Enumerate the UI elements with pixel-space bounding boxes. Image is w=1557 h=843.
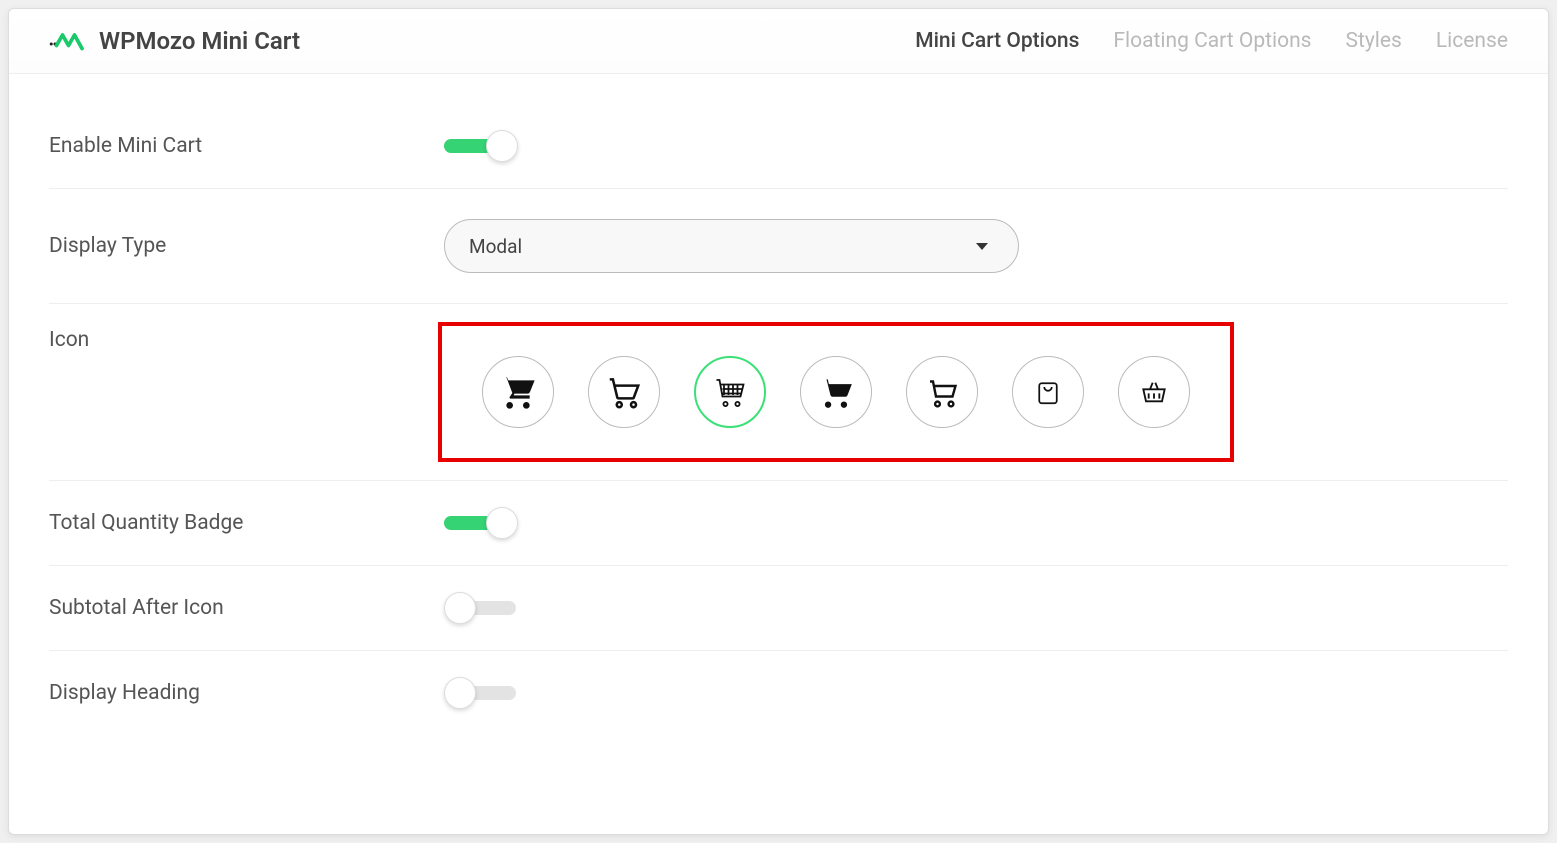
icon-option-cart-grid[interactable]: [694, 356, 766, 428]
brand-logo-icon: [49, 29, 85, 53]
icon-option-cart-filled-2[interactable]: [800, 356, 872, 428]
icon-option-cart-filled-1[interactable]: [482, 356, 554, 428]
label-display-heading: Display Heading: [49, 681, 444, 705]
icon-option-bag[interactable]: [1012, 356, 1084, 428]
brand: WPMozo Mini Cart: [49, 27, 300, 55]
toggle-display-heading[interactable]: [444, 686, 516, 700]
toggle-total-quantity-badge[interactable]: [444, 516, 516, 530]
brand-title: WPMozo Mini Cart: [99, 27, 300, 55]
label-icon: Icon: [49, 322, 444, 352]
label-subtotal-after-icon: Subtotal After Icon: [49, 596, 444, 620]
row-enable-mini-cart: Enable Mini Cart: [49, 104, 1508, 189]
row-display-heading: Display Heading: [49, 651, 1508, 735]
icon-option-cart-outline-1[interactable]: [588, 356, 660, 428]
topbar: WPMozo Mini Cart Mini Cart Options Float…: [9, 9, 1548, 74]
tab-styles[interactable]: Styles: [1346, 29, 1402, 53]
tabs: Mini Cart Options Floating Cart Options …: [915, 29, 1508, 53]
row-icon: Icon: [49, 304, 1508, 481]
settings-window: WPMozo Mini Cart Mini Cart Options Float…: [8, 8, 1549, 835]
toggle-enable-mini-cart[interactable]: [444, 139, 516, 153]
label-total-quantity-badge: Total Quantity Badge: [49, 511, 444, 535]
row-display-type: Display Type Modal: [49, 189, 1508, 304]
icon-picker-highlight: [438, 322, 1234, 462]
toggle-subtotal-after-icon[interactable]: [444, 601, 516, 615]
select-display-type[interactable]: Modal: [444, 219, 1019, 273]
tab-floating-cart-options[interactable]: Floating Cart Options: [1113, 29, 1311, 53]
tab-mini-cart-options[interactable]: Mini Cart Options: [915, 29, 1079, 53]
chevron-down-icon: [976, 243, 988, 250]
tab-license[interactable]: License: [1436, 29, 1508, 53]
icon-option-basket[interactable]: [1118, 356, 1190, 428]
content: Enable Mini Cart Display Type Modal Icon: [9, 74, 1548, 735]
select-display-type-value: Modal: [469, 235, 522, 258]
icon-option-cart-outline-2[interactable]: [906, 356, 978, 428]
label-display-type: Display Type: [49, 234, 444, 258]
label-enable-mini-cart: Enable Mini Cart: [49, 134, 444, 158]
row-subtotal-after-icon: Subtotal After Icon: [49, 566, 1508, 651]
row-total-quantity-badge: Total Quantity Badge: [49, 481, 1508, 566]
